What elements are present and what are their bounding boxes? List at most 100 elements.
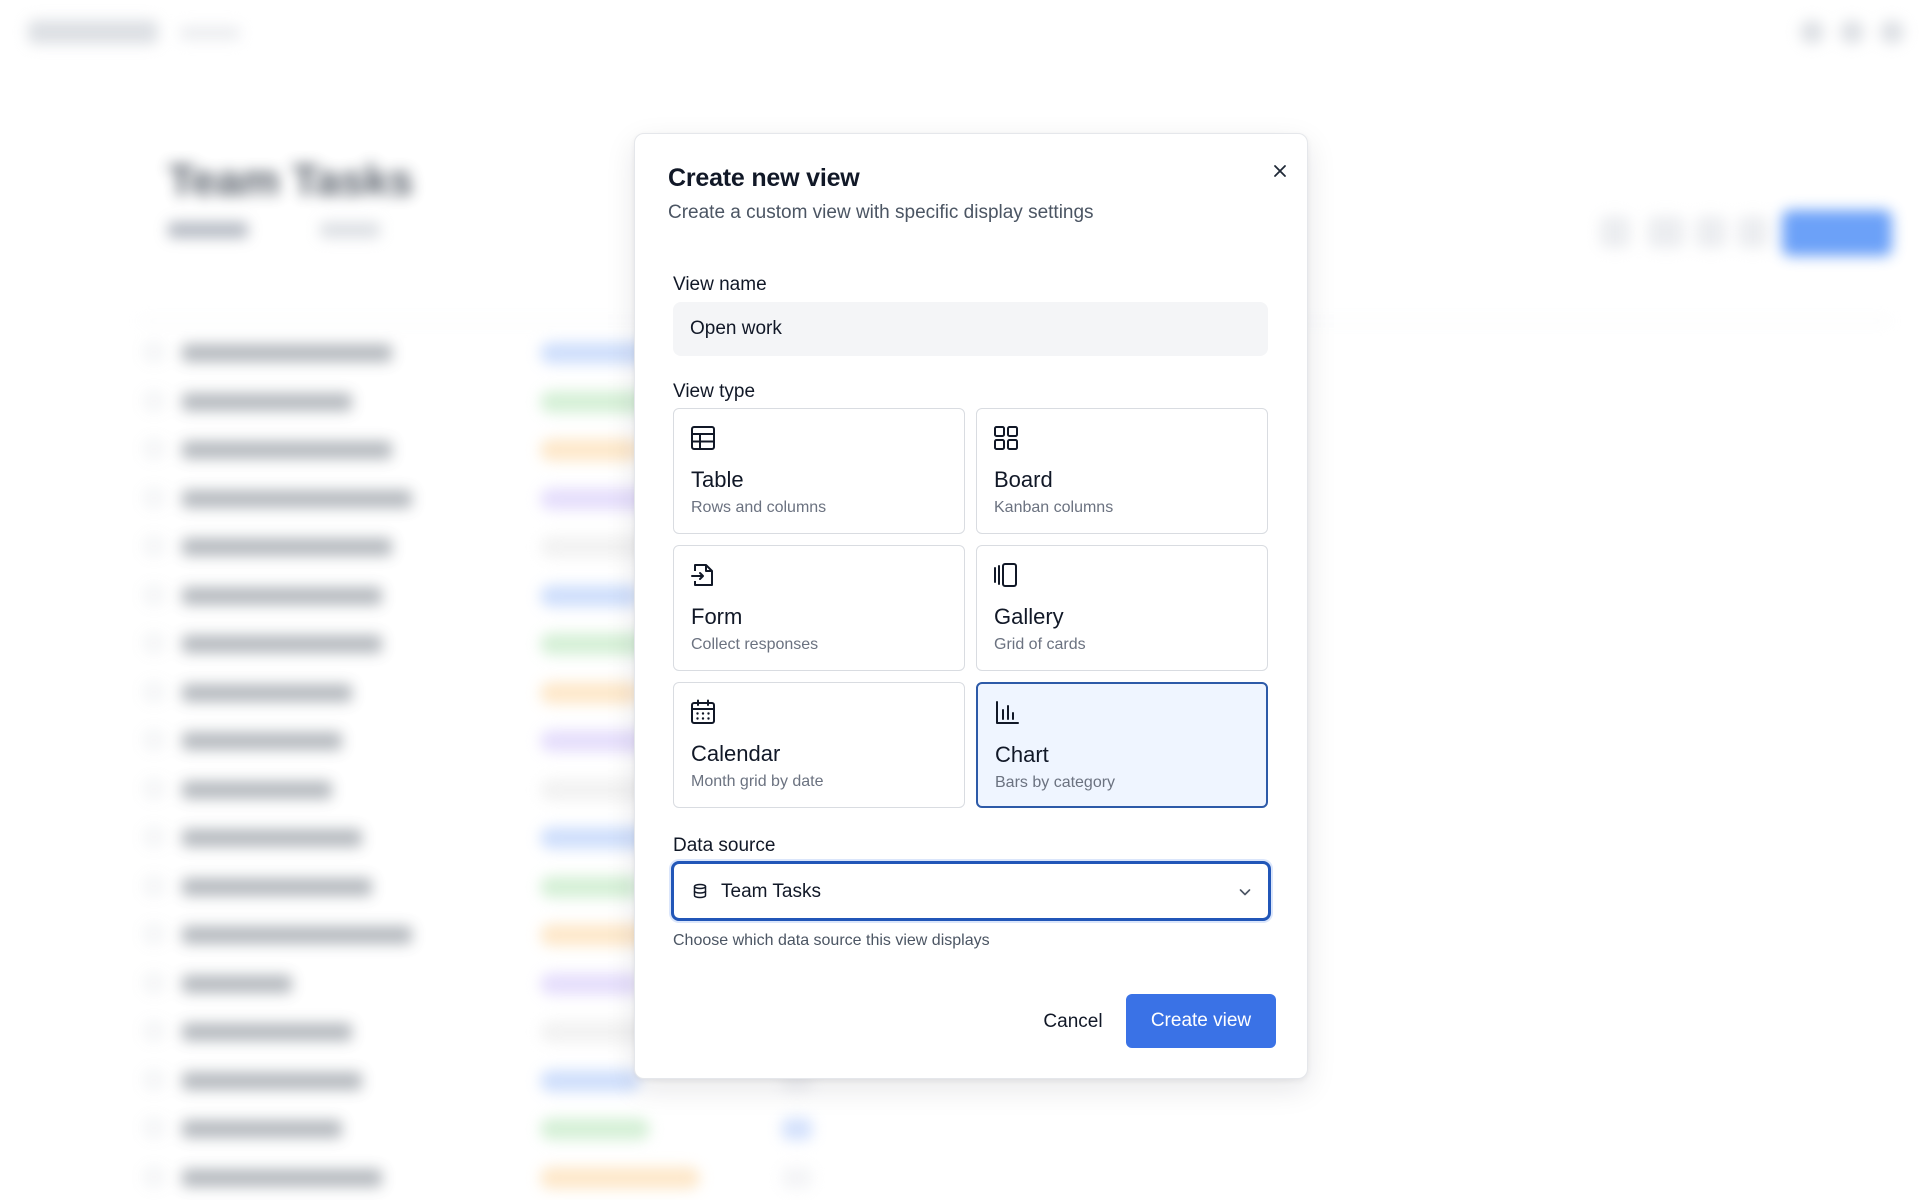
background-row-pill [540, 972, 640, 995]
background-row-pill [540, 1166, 700, 1189]
background-page-title: Team Tasks [168, 156, 414, 205]
view-type-description: Rows and columns [691, 499, 827, 516]
background-row-text [182, 344, 392, 362]
background-row [140, 1155, 840, 1199]
background-row-text [182, 538, 392, 556]
background-breadcrumb [180, 26, 240, 40]
background-row-checkbox [146, 780, 162, 797]
background-subtitle [320, 222, 380, 238]
background-primary-button [1782, 210, 1892, 256]
background-row-checkbox [146, 635, 162, 651]
background-row-pill [540, 584, 640, 607]
view-type-label: Form [691, 604, 743, 629]
view-type-description: Month grid by date [691, 773, 824, 790]
dialog-description: Create a custom view with specific displ… [668, 202, 1094, 223]
background-row-pill [540, 1069, 640, 1092]
database-icon [693, 883, 707, 899]
background-top-icon [1880, 20, 1904, 44]
background-row-text [182, 780, 332, 799]
create-view-button[interactable]: Create view [1126, 994, 1276, 1048]
view-type-calendar-option[interactable]: Calendar Month grid by date [673, 682, 965, 808]
background-row-text [182, 586, 382, 605]
background-top-icon [1840, 20, 1864, 44]
view-type-label: Chart [995, 742, 1049, 767]
background-toolbar-button [1600, 216, 1630, 248]
background-row [140, 1106, 840, 1150]
view-type-label: Calendar [691, 741, 781, 766]
view-type-description: Kanban columns [994, 499, 1114, 516]
background-row-text [182, 683, 352, 702]
background-row-checkbox [146, 1120, 162, 1136]
board-icon [994, 426, 1018, 450]
background-toolbar-button [1648, 216, 1684, 248]
background-row-text [182, 441, 392, 459]
background-row-checkbox [146, 877, 162, 894]
view-name-input[interactable] [673, 302, 1268, 356]
background-row-checkbox [146, 1023, 162, 1039]
background-top-icon [1800, 20, 1824, 44]
background-row-checkbox [146, 489, 162, 506]
background-row-text [182, 1023, 352, 1041]
chevron-down-icon [1239, 889, 1251, 896]
view-type-form-option[interactable]: Form Collect responses [673, 545, 965, 671]
background-row-badge [782, 1166, 812, 1189]
view-type-label: View type [673, 381, 756, 402]
gallery-icon [994, 563, 1017, 587]
background-row-checkbox [146, 1071, 162, 1088]
create-view-dialog: Create new view Create a custom view wit… [634, 133, 1308, 1079]
view-name-label: View name [673, 274, 767, 295]
background-row-text [182, 635, 382, 653]
view-type-chart-option[interactable]: Chart Bars by category [976, 682, 1268, 808]
form-icon [691, 564, 713, 586]
background-toolbar-button [1738, 216, 1768, 248]
view-type-description: Grid of cards [994, 636, 1086, 653]
background-row-checkbox [146, 392, 162, 409]
background-row-checkbox [146, 344, 162, 360]
background-row-badge [782, 1118, 812, 1140]
background-row-text [182, 489, 412, 508]
data-source-value: Team Tasks [721, 881, 821, 902]
background-row-pill [540, 439, 640, 461]
background-row-text [182, 392, 352, 411]
background-row-text [182, 877, 372, 896]
background-row-checkbox [146, 538, 162, 554]
background-row-text [182, 1120, 342, 1138]
background-row-text [182, 732, 342, 750]
background-row-checkbox [146, 926, 162, 942]
data-source-label: Data source [673, 835, 776, 856]
background-row-text [182, 1168, 382, 1187]
view-type-label: Gallery [994, 604, 1064, 629]
background-row-checkbox [146, 586, 162, 603]
background-row-checkbox [146, 683, 162, 700]
table-icon [691, 426, 715, 450]
chart-icon [996, 701, 1019, 724]
background-logo [28, 20, 158, 44]
background-row-pill [540, 681, 640, 704]
background-row-pill [540, 1118, 650, 1140]
background-toolbar-button [1696, 216, 1726, 248]
background-row-checkbox [146, 441, 162, 457]
view-type-label: Table [691, 467, 744, 492]
background-row-checkbox [146, 1168, 162, 1185]
background-row-pill [540, 875, 640, 898]
background-row-text [182, 1071, 362, 1090]
data-source-select[interactable]: Team Tasks [671, 861, 1271, 921]
background-subtitle [168, 222, 248, 238]
background-row-checkbox [146, 829, 162, 845]
background-topbar [0, 0, 1920, 64]
background-row-checkbox [146, 974, 162, 991]
background-row-text [182, 829, 362, 847]
view-type-gallery-option[interactable]: Gallery Grid of cards [976, 545, 1268, 671]
close-button[interactable] [1265, 156, 1295, 186]
view-type-description: Bars by category [995, 774, 1116, 791]
background-row-text [182, 926, 412, 944]
background-row-checkbox [146, 732, 162, 748]
view-type-table-option[interactable]: Table Rows and columns [673, 408, 965, 534]
background-row-text [182, 974, 292, 993]
calendar-icon [691, 699, 715, 724]
cancel-button[interactable]: Cancel [1021, 996, 1125, 1048]
dialog-title: Create new view [668, 164, 860, 192]
view-type-board-option[interactable]: Board Kanban columns [976, 408, 1268, 534]
view-type-label: Board [994, 467, 1053, 492]
view-type-description: Collect responses [691, 636, 819, 653]
